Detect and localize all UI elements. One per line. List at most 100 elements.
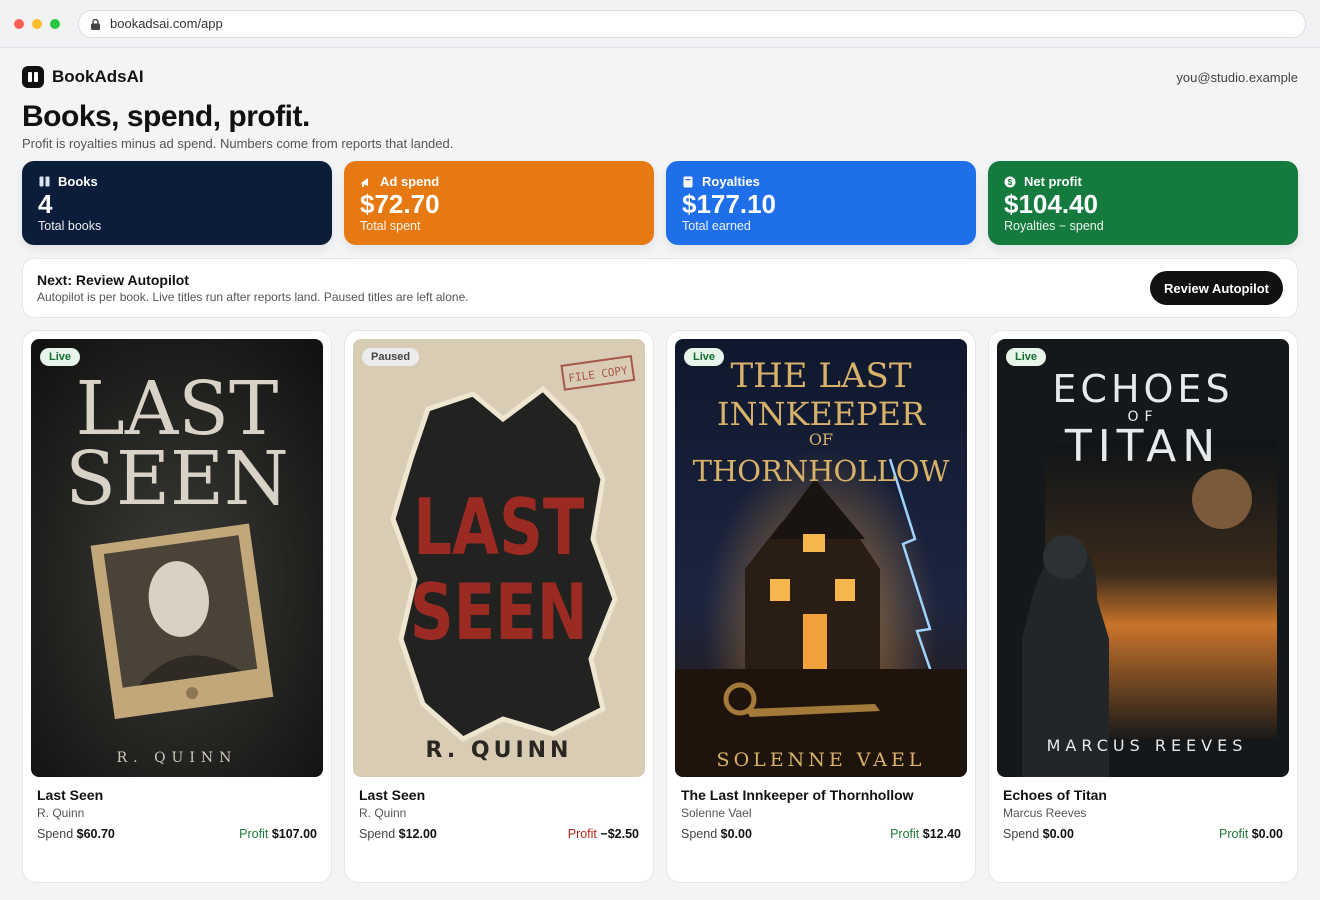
review-autopilot-button[interactable]: Review Autopilot	[1150, 271, 1283, 305]
cover-art-last-seen: LAST SEEN R. QUINN	[31, 339, 323, 777]
book-logo-icon	[22, 66, 44, 88]
book-card[interactable]: LAST SEEN FILE COPY R. QUINN Paused Last…	[344, 330, 654, 883]
cover-title-line: LAST	[413, 483, 584, 573]
profit-value: $12.40	[922, 827, 961, 841]
book-title[interactable]: The Last Innkeeper of Thornhollow	[681, 787, 961, 803]
app-page: BookAdsAI you@studio.example Books, spen…	[0, 48, 1320, 883]
next-step-panel: Next: Review Autopilot Autopilot is per …	[22, 258, 1298, 318]
profit-value: $107.00	[271, 827, 317, 841]
stat-card-net-profit: $ Net profit $104.40 Royalties − spend	[988, 161, 1298, 245]
stat-caption: Royalties − spend	[1004, 219, 1104, 233]
stat-value: $177.10	[682, 189, 776, 219]
cover-title-line: SEEN	[410, 568, 588, 658]
brand[interactable]: BookAdsAI	[22, 66, 144, 88]
stats-row: Books 4 Total books Ad spend $72.70 Tota…	[22, 161, 1298, 245]
stat-label: Royalties	[702, 174, 760, 189]
maximize-window-button[interactable]	[50, 18, 60, 29]
cover-title-line: INNKEEPER	[717, 395, 926, 433]
book-title[interactable]: Last Seen	[37, 787, 317, 803]
cover-author: SOLENNE VAEL	[717, 749, 926, 771]
stat-card-books: Books 4 Total books	[22, 161, 332, 245]
book-metrics: Spend $0.00 Profit $12.40	[681, 827, 961, 841]
spend-label: Spend	[681, 827, 718, 841]
stat-value: $104.40	[1004, 189, 1098, 219]
user-email[interactable]: you@studio.example	[1176, 70, 1298, 85]
cover-title-line: THORNHOLLOW	[693, 454, 950, 488]
cover-title-line: SEEN	[65, 436, 288, 522]
stat-label: Ad spend	[380, 174, 440, 189]
app-header: BookAdsAI you@studio.example	[22, 62, 1298, 92]
browser-toolbar: bookadsai.com/app	[0, 0, 1320, 48]
next-step-description: Autopilot is per book. Live titles run a…	[37, 290, 469, 304]
cover-art-innkeeper: THE LAST INNKEEPER OF THORNHOLLOW SOLENN…	[675, 339, 967, 777]
cover-author: MARCUS REEVES	[1047, 736, 1248, 755]
book-author: Solenne Vael	[681, 806, 752, 820]
minimize-window-button[interactable]	[32, 18, 42, 29]
book-metrics: Spend $60.70 Profit $107.00	[37, 827, 317, 841]
coin-icon: $	[1004, 176, 1016, 188]
stat-value: $72.70	[360, 189, 440, 219]
brand-name: BookAdsAI	[52, 67, 144, 86]
cover-title-line: THE LAST	[730, 356, 911, 396]
profit-label: Profit	[567, 827, 597, 841]
book-title[interactable]: Last Seen	[359, 787, 639, 803]
stat-card-royalties: Royalties $177.10 Total earned	[666, 161, 976, 245]
book-card[interactable]: ECHOES OF TITAN MARCUS REEVES Live Echoe…	[988, 330, 1298, 883]
stat-caption: Total earned	[682, 219, 751, 233]
stat-label: Books	[58, 174, 98, 189]
status-badge: Paused	[362, 348, 420, 366]
stat-card-ad-spend: Ad spend $72.70 Total spent	[344, 161, 654, 245]
cover-title-line: OF	[809, 430, 833, 449]
book-author: R. Quinn	[37, 806, 85, 820]
books-grid: LAST SEEN R. QUINN Live Last Seen R. Qui…	[22, 330, 1298, 883]
cover-title-line: ECHOES	[1052, 367, 1233, 411]
book-metrics: Spend $0.00 Profit $0.00	[1003, 827, 1283, 841]
profit-value: −$2.50	[600, 827, 639, 841]
book-cover[interactable]: ECHOES OF TITAN MARCUS REEVES Live	[997, 339, 1289, 777]
cover-author: R. QUINN	[426, 738, 573, 763]
profit-label: Profit	[239, 827, 269, 841]
page-subtitle: Profit is royalties minus ad spend. Numb…	[22, 136, 454, 151]
next-step-title: Next: Review Autopilot	[37, 272, 189, 288]
stat-value: 4	[38, 189, 53, 219]
status-badge: Live	[1006, 348, 1047, 366]
book-cover[interactable]: LAST SEEN FILE COPY R. QUINN Paused	[353, 339, 645, 777]
book-title[interactable]: Echoes of Titan	[1003, 787, 1283, 803]
cover-art-last-seen-torn: LAST SEEN FILE COPY R. QUINN	[353, 339, 645, 777]
cover-author: R. QUINN	[117, 750, 238, 766]
profit-value: $0.00	[1251, 827, 1283, 841]
profit-label: Profit	[1219, 827, 1249, 841]
stat-caption: Total books	[38, 219, 102, 233]
page-title: Books, spend, profit.	[22, 100, 310, 133]
book-author: R. Quinn	[359, 806, 407, 820]
book-cover[interactable]: THE LAST INNKEEPER OF THORNHOLLOW SOLENN…	[675, 339, 967, 777]
book-card[interactable]: LAST SEEN R. QUINN Live Last Seen R. Qui…	[22, 330, 332, 883]
lock-icon	[91, 18, 100, 30]
spend-label: Spend	[37, 827, 74, 841]
window-controls	[14, 18, 60, 29]
cover-art-echoes-of-titan: ECHOES OF TITAN MARCUS REEVES	[997, 339, 1289, 777]
svg-text:$: $	[1008, 178, 1013, 187]
status-badge: Live	[684, 348, 725, 366]
book-author: Marcus Reeves	[1003, 806, 1087, 820]
profit-label: Profit	[890, 827, 920, 841]
book-metrics: Spend $12.00 Profit −$2.50	[359, 827, 639, 841]
book-cover[interactable]: LAST SEEN R. QUINN Live	[31, 339, 323, 777]
cover-title-line: TITAN	[1064, 421, 1221, 472]
book-card[interactable]: THE LAST INNKEEPER OF THORNHOLLOW SOLENN…	[666, 330, 976, 883]
receipt-icon	[682, 176, 694, 188]
spend-value: $60.70	[76, 827, 115, 841]
close-window-button[interactable]	[14, 18, 24, 29]
book-icon	[38, 176, 50, 188]
status-badge: Live	[40, 348, 81, 366]
stat-label: Net profit	[1024, 174, 1082, 189]
spend-label: Spend	[1003, 827, 1040, 841]
spend-label: Spend	[359, 827, 396, 841]
spend-value: $12.00	[398, 827, 437, 841]
spend-value: $0.00	[1042, 827, 1074, 841]
address-bar[interactable]: bookadsai.com/app	[78, 9, 1306, 38]
megaphone-icon	[360, 176, 372, 188]
url-text: bookadsai.com/app	[110, 16, 223, 31]
spend-value: $0.00	[720, 827, 752, 841]
stat-caption: Total spent	[360, 219, 421, 233]
